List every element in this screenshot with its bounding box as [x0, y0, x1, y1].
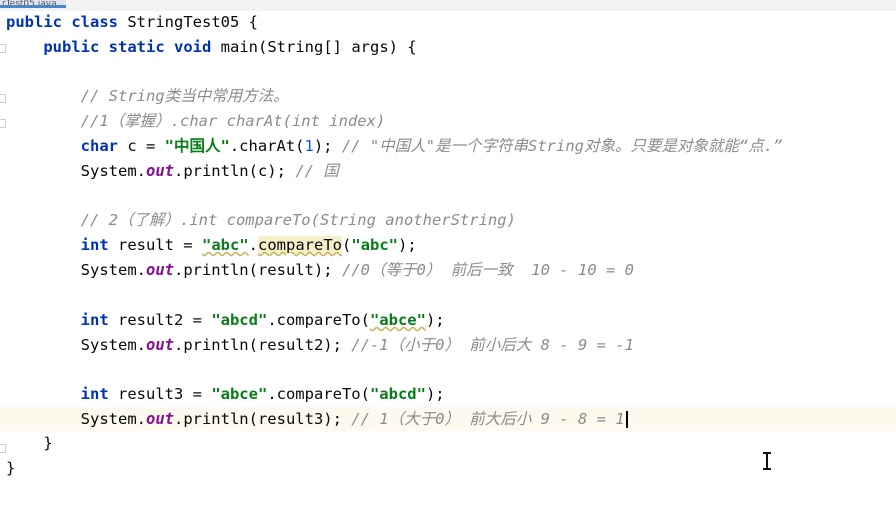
- comment: //1（掌握）.char charAt(int index): [80, 112, 386, 130]
- keyword: class: [71, 13, 119, 31]
- keyword: int: [80, 385, 109, 403]
- code-text: );: [425, 385, 445, 403]
- code-text: System.: [80, 261, 146, 279]
- code-text: result2 =: [108, 311, 212, 329]
- comment: // "中国人"是一个字符串String对象。只要是对象就能“点.”: [341, 137, 783, 155]
- comment: // 1（大于0） 前大后小 9 - 8 = 1: [351, 410, 625, 428]
- closing-brace: }: [6, 459, 16, 477]
- static-field: out: [145, 336, 174, 354]
- comment: //0（等于0） 前后一致 10 - 10 = 0: [341, 261, 634, 279]
- code-line-11: System.out.println(result2); //-1（小于0） 前…: [6, 333, 634, 357]
- code-text: );: [398, 236, 417, 254]
- text-caret: [625, 411, 628, 428]
- string-literal: "abc": [351, 236, 399, 254]
- method-call: .println(c);: [173, 162, 296, 180]
- code-text: System.: [80, 162, 146, 180]
- method-call: .charAt(: [229, 137, 305, 155]
- code-line-12: int result3 = "abce".compareTo("abcd");: [6, 382, 445, 406]
- code-line-13: System.out.println(result3); // 1（大于0） 前…: [6, 407, 628, 431]
- string-literal: "abce": [369, 311, 426, 329]
- keyword: public: [43, 38, 100, 56]
- method-call: .println(result3);: [173, 410, 352, 428]
- method-call: .compareTo(: [267, 311, 370, 329]
- code-text: System.: [80, 410, 146, 428]
- code-text: c =: [117, 137, 165, 155]
- code-line-9: System.out.println(result); //0（等于0） 前后一…: [6, 258, 634, 282]
- method-declaration: main(String[] args) {: [211, 38, 417, 56]
- keyword: int: [80, 236, 109, 254]
- keyword: int: [80, 311, 109, 329]
- code-line-7: // 2（了解）.int compareTo(String anotherStr…: [6, 208, 516, 232]
- code-text: result3 =: [108, 385, 212, 403]
- method-call: .println(result2);: [173, 336, 352, 354]
- code-text: result =: [108, 236, 202, 254]
- string-literal: "abce": [211, 385, 268, 403]
- comment: // 国: [295, 162, 339, 180]
- keyword: void: [174, 38, 212, 56]
- code-line-1: public class StringTest05 {: [6, 10, 258, 34]
- static-field: out: [145, 162, 174, 180]
- code-line-14: }: [6, 431, 53, 455]
- number-literal: 1: [304, 137, 314, 155]
- static-field: out: [145, 410, 174, 428]
- class-declaration: StringTest05 {: [118, 13, 258, 31]
- code-line-10: int result2 = "abcd".compareTo("abce");: [6, 308, 445, 332]
- string-literal: "abc": [201, 236, 249, 254]
- keyword: public: [6, 13, 62, 31]
- code-line-5: char c = "中国人".charAt(1); // "中国人"是一个字符串…: [6, 134, 783, 158]
- method-call[interactable]: compareTo: [258, 236, 342, 254]
- code-line-2: public static void main(String[] args) {: [6, 35, 417, 59]
- code-text: );: [313, 137, 342, 155]
- keyword: char: [80, 137, 118, 155]
- method-call: .println(result);: [173, 261, 342, 279]
- code-line-15: }: [6, 456, 15, 480]
- code-line-8: int result = "abc".compareTo("abc");: [6, 233, 417, 257]
- comment: // 2（了解）.int compareTo(String anotherStr…: [80, 211, 516, 229]
- string-literal: "abcd": [211, 311, 268, 329]
- code-text: (: [342, 236, 352, 254]
- code-line-3: // String类当中常用方法。: [6, 84, 289, 108]
- comment: //-1（小于0） 前小后大 8 - 9 = -1: [351, 336, 634, 354]
- code-line-6: System.out.println(c); // 国: [6, 159, 339, 183]
- code-text: );: [425, 311, 445, 329]
- code-line-4: //1（掌握）.char charAt(int index): [6, 109, 386, 133]
- comment: // String类当中常用方法。: [80, 87, 289, 105]
- keyword: static: [108, 38, 165, 56]
- closing-brace: }: [43, 434, 53, 452]
- file-tab[interactable]: rTest05.java: [0, 0, 66, 8]
- string-literal: "中国人": [164, 137, 230, 155]
- mouse-ibeam-cursor-icon: [762, 452, 772, 470]
- code-text: System.: [80, 336, 146, 354]
- code-text: .: [248, 236, 258, 254]
- string-literal: "abcd": [369, 385, 426, 403]
- method-call: .compareTo(: [267, 385, 370, 403]
- static-field: out: [145, 261, 174, 279]
